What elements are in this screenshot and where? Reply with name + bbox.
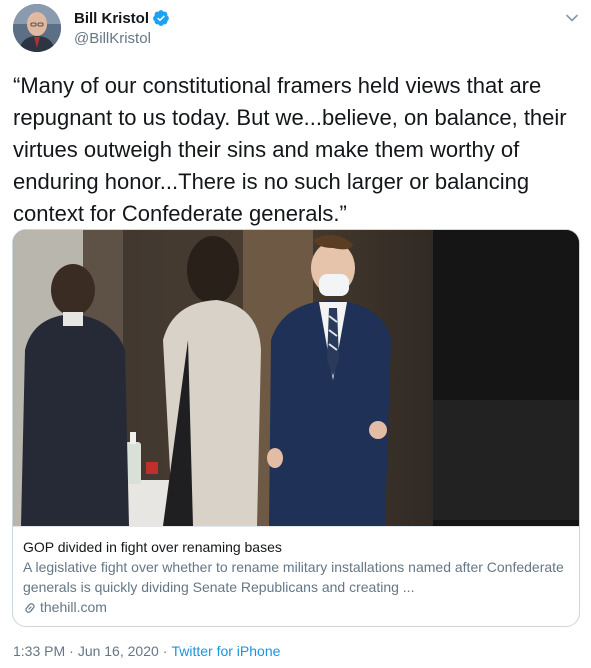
display-name[interactable]: Bill Kristol: [74, 10, 149, 27]
tweet-text: “Many of our constitutional framers held…: [13, 73, 567, 226]
profile-photo-icon: [13, 4, 61, 52]
card-domain: thehill.com: [40, 599, 107, 615]
avatar[interactable]: [13, 4, 61, 52]
card-title: GOP divided in fight over renaming bases: [23, 539, 282, 555]
tweet: Bill Kristol @BillKristol “Many of our c…: [0, 0, 591, 668]
verified-badge-icon: [152, 9, 170, 27]
card-image[interactable]: [13, 230, 579, 526]
author-handle[interactable]: @BillKristol: [74, 30, 151, 47]
meta-separator: ·: [162, 643, 168, 659]
card-body[interactable]: GOP divided in fight over renaming bases…: [13, 526, 579, 626]
chevron-down-icon[interactable]: [562, 8, 582, 28]
link-icon: [23, 600, 37, 614]
tweet-time[interactable]: 1:33 PM: [13, 643, 65, 659]
tweet-source-link[interactable]: Twitter for iPhone: [171, 643, 280, 659]
tweet-date[interactable]: Jun 16, 2020: [78, 643, 159, 659]
card-description: A legislative fight over whether to rena…: [23, 559, 564, 595]
tweet-meta: 1:33 PM · Jun 16, 2020 · Twitter for iPh…: [13, 643, 280, 659]
card-domain-row: thehill.com: [23, 597, 569, 617]
link-card[interactable]: GOP divided in fight over renaming bases…: [12, 229, 580, 627]
author-name-row[interactable]: Bill Kristol: [74, 8, 170, 28]
meta-separator: ·: [69, 643, 74, 659]
